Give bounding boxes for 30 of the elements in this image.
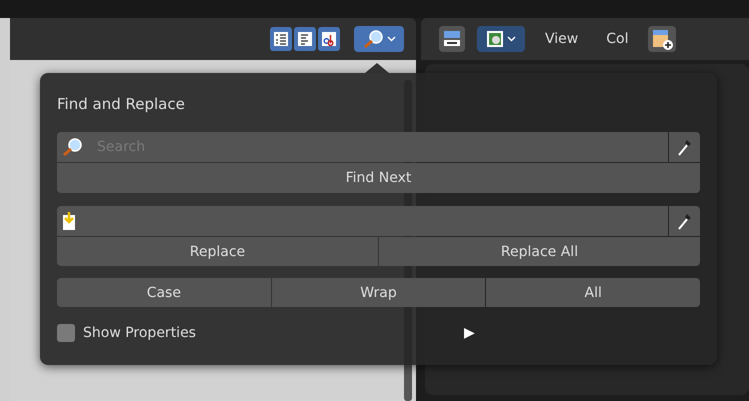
line-numbers-toggle[interactable] — [270, 27, 292, 51]
find-next-button[interactable]: Find Next — [57, 163, 700, 193]
display-mode-icon[interactable] — [439, 26, 465, 52]
popup-title: Find and Replace — [57, 95, 186, 115]
caret-icon — [386, 36, 396, 42]
search-icon — [62, 137, 84, 157]
eyedropper-button[interactable] — [669, 206, 700, 236]
replace-field[interactable] — [57, 206, 668, 236]
syntax-highlight-toggle[interactable] — [318, 27, 340, 51]
new-collection-icon[interactable] — [648, 26, 676, 52]
eyedropper-icon — [676, 138, 692, 156]
eyedropper-icon — [676, 212, 692, 230]
replace-button[interactable]: Replace All — [379, 237, 700, 266]
eyedropper-button[interactable] — [669, 132, 700, 162]
menu-item[interactable]: Col — [606, 31, 628, 47]
checkbox-label: Show Properties — [83, 325, 196, 341]
arrow-glyph: ▶ — [464, 325, 475, 341]
word-wrap-toggle[interactable] — [294, 27, 316, 51]
option-toggle[interactable]: All — [486, 278, 700, 307]
paste-icon — [62, 211, 76, 231]
option-toggle[interactable]: Wrap — [272, 278, 486, 307]
menu-item[interactable]: View — [545, 31, 578, 47]
image-icon — [486, 30, 504, 48]
search-icon — [362, 29, 384, 49]
replace-button[interactable]: Replace — [57, 237, 378, 266]
image-dropdown-button[interactable] — [477, 26, 525, 52]
checkbox[interactable] — [57, 324, 75, 342]
find-dropdown-button[interactable] — [354, 26, 404, 52]
option-toggle[interactable]: Case — [57, 278, 271, 307]
caret-icon — [507, 36, 516, 42]
